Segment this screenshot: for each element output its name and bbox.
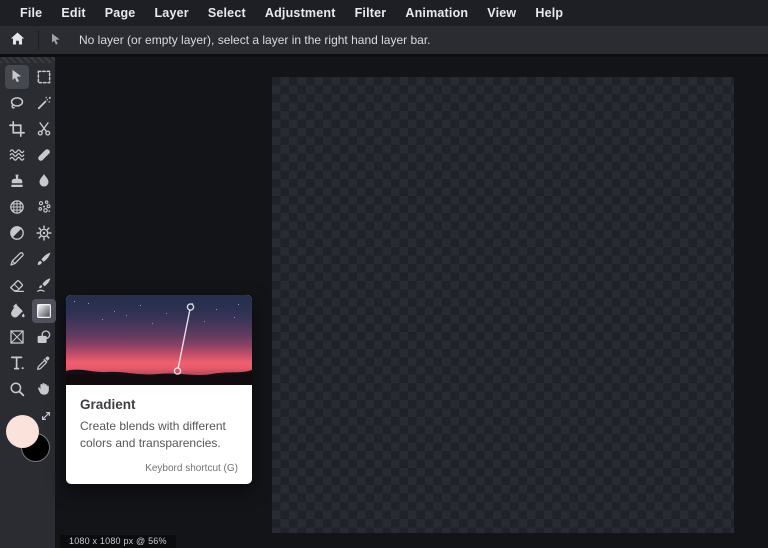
status-hint: No layer (or empty layer), select a laye… [79, 33, 431, 47]
tool-dodge-burn[interactable] [5, 221, 29, 245]
tool-liquify[interactable] [5, 143, 29, 167]
home-icon [9, 30, 26, 50]
tool-marquee[interactable] [32, 65, 56, 89]
menu-item-layer[interactable]: Layer [154, 6, 188, 20]
tool-pattern[interactable] [5, 195, 29, 219]
foreground-color-swatch[interactable] [6, 415, 39, 448]
magnifier-icon [8, 380, 26, 398]
tool-move[interactable] [5, 65, 29, 89]
marquee-icon [35, 68, 53, 86]
menu-item-view[interactable]: View [487, 6, 516, 20]
gradient-preview-image [66, 295, 252, 385]
menu-item-file[interactable]: File [20, 6, 42, 20]
menu-item-adjustment[interactable]: Adjustment [265, 6, 336, 20]
tool-lasso[interactable] [5, 91, 29, 115]
tool-adjust[interactable] [32, 221, 56, 245]
tool-zoom[interactable] [5, 377, 29, 401]
tooltip-title: Gradient [80, 397, 136, 412]
frame-icon [8, 328, 26, 346]
tool-fill[interactable] [5, 299, 29, 323]
menu-item-select[interactable]: Select [208, 6, 246, 20]
tool-text[interactable] [5, 351, 29, 375]
menu-bar: File Edit Page Layer Select Adjustment Filter A… [0, 0, 768, 26]
crop-icon [8, 120, 26, 138]
zoom-status: 1080 x 1080 px @ 56% [60, 535, 176, 548]
options-bar: No layer (or empty layer), select a laye… [0, 26, 768, 57]
tool-heal[interactable] [32, 143, 56, 167]
tool-blur[interactable] [32, 169, 56, 193]
tool-smudge[interactable] [32, 273, 56, 297]
move-icon [8, 68, 26, 86]
menu-item-help[interactable]: Help [535, 6, 563, 20]
swap-colors-icon[interactable] [40, 409, 52, 427]
eyedropper-icon [35, 354, 53, 372]
tool-draw[interactable] [32, 247, 56, 271]
divider [38, 30, 39, 50]
home-button[interactable] [0, 26, 34, 54]
tool-sidebar [0, 57, 56, 548]
tool-eraser[interactable] [5, 273, 29, 297]
gradient-tooltip: Gradient Create blends with different co… [66, 295, 252, 484]
smudge-brush-icon [35, 276, 53, 294]
globe-grid-icon [8, 198, 26, 216]
pen-icon [8, 250, 26, 268]
waves-icon [8, 146, 26, 164]
tool-crop[interactable] [5, 117, 29, 141]
tooltip-shortcut: Keybord shortcut (G) [145, 462, 238, 474]
tool-shape[interactable] [32, 325, 56, 349]
tool-pen[interactable] [5, 247, 29, 271]
tool-hand[interactable] [32, 377, 56, 401]
move-cursor-icon [43, 27, 69, 53]
dots-cluster-icon [35, 198, 53, 216]
gear-sun-icon [35, 224, 53, 242]
brush-icon [35, 250, 53, 268]
menu-item-edit[interactable]: Edit [61, 6, 85, 20]
tool-gradient[interactable] [32, 299, 56, 323]
tool-picker[interactable] [32, 351, 56, 375]
stamp-icon [8, 172, 26, 190]
eraser-icon [8, 276, 26, 294]
tool-frame[interactable] [5, 325, 29, 349]
menu-item-page[interactable]: Page [105, 6, 136, 20]
shape-icon [35, 328, 53, 346]
drop-icon [35, 172, 53, 190]
tool-sharpen[interactable] [32, 195, 56, 219]
tool-slice[interactable] [32, 117, 56, 141]
gradient-icon [35, 302, 53, 320]
app-window: File Edit Page Layer Select Adjustment Filter A… [0, 0, 768, 548]
tooltip-body: Gradient Create blends with different co… [66, 385, 252, 484]
bandaid-icon [35, 146, 53, 164]
text-icon [8, 354, 26, 372]
canvas[interactable] [272, 77, 734, 533]
contrast-circle-icon [8, 224, 26, 242]
color-swatches [0, 407, 55, 469]
lasso-icon [8, 94, 26, 112]
tool-clone-stamp[interactable] [5, 169, 29, 193]
menu-item-filter[interactable]: Filter [355, 6, 387, 20]
gradient-handle-line [173, 303, 195, 375]
tooltip-description: Create blends with different colors and … [80, 419, 226, 451]
wand-icon [35, 94, 53, 112]
scissors-icon [35, 120, 53, 138]
menu-item-animation[interactable]: Animation [405, 6, 468, 20]
hand-icon [35, 380, 53, 398]
tool-magic-wand[interactable] [32, 91, 56, 115]
bucket-icon [8, 302, 26, 320]
